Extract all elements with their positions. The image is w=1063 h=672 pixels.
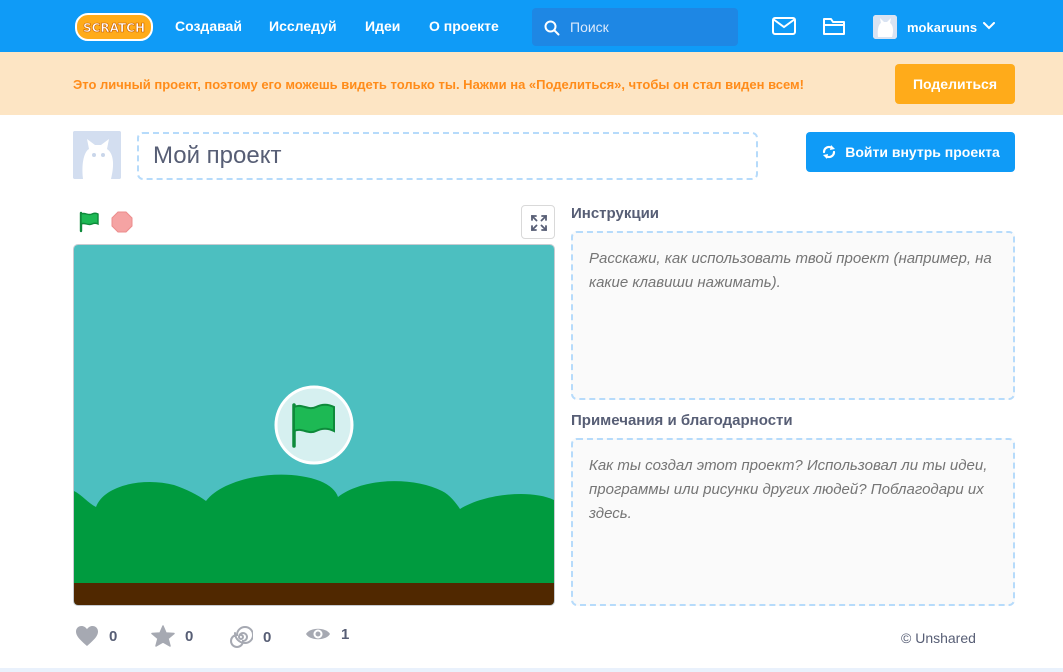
stop-icon[interactable]: [111, 211, 133, 233]
instructions-placeholder: Расскажи, как использовать твой проект (…: [589, 250, 992, 291]
love-count: 0: [109, 627, 118, 645]
love-stat[interactable]: 0: [75, 625, 117, 647]
star-icon: [151, 625, 175, 647]
project-thumbnail: [73, 131, 121, 179]
view-count: 1: [341, 625, 350, 643]
notes-label: Примечания и благодарности: [571, 412, 793, 429]
banner-message: Это личный проект, поэтому его можешь ви…: [73, 77, 804, 92]
svg-text:SCRATCH: SCRATCH: [83, 21, 145, 35]
my-stuff-folder-icon[interactable]: [822, 16, 846, 36]
nav-about-link[interactable]: О проекте: [429, 18, 499, 34]
remix-stat: 0: [229, 625, 271, 649]
stage-ground: [74, 583, 554, 605]
notes-textarea[interactable]: Как ты создал этот проект? Использовал л…: [571, 438, 1015, 606]
user-avatar[interactable]: [873, 15, 897, 39]
view-stat: 1: [305, 625, 349, 643]
cat-avatar-icon: [73, 131, 121, 179]
project-page: Войти внутрь проекта: [0, 115, 1063, 668]
scratch-logo[interactable]: SCRATCH: [75, 12, 153, 42]
search-input[interactable]: [570, 17, 730, 37]
fullscreen-icon: [531, 215, 547, 231]
messages-icon[interactable]: [772, 17, 796, 35]
chevron-down-icon[interactable]: [983, 22, 995, 30]
heart-icon: [76, 626, 98, 646]
search-box[interactable]: [532, 8, 738, 46]
nav-create-link[interactable]: Создавай: [175, 18, 242, 34]
username-label[interactable]: mokaruuns: [907, 20, 977, 35]
top-nav: SCRATCH Создавай Исследуй Идеи О проекте…: [0, 0, 1063, 52]
see-inside-label: Войти внутрь проекта: [845, 144, 1000, 160]
remix-count: 0: [263, 628, 272, 646]
fullscreen-button[interactable]: [521, 205, 555, 239]
project-stage[interactable]: [73, 244, 555, 606]
sharing-status: © Unshared: [901, 630, 976, 646]
instructions-label: Инструкции: [571, 205, 660, 222]
share-button[interactable]: Поделиться: [895, 64, 1015, 104]
remix-arrows-icon: [823, 145, 836, 159]
eye-icon: [306, 628, 330, 640]
favorite-count: 0: [185, 627, 194, 645]
notes-placeholder: Как ты создал этот проект? Использовал л…: [589, 457, 988, 522]
nav-ideas-link[interactable]: Идеи: [365, 18, 400, 34]
project-title-input[interactable]: [137, 132, 758, 180]
instructions-textarea[interactable]: Расскажи, как использовать твой проект (…: [571, 231, 1015, 400]
search-icon: [544, 20, 560, 36]
nav-explore-link[interactable]: Исследуй: [269, 18, 337, 34]
see-inside-button[interactable]: Войти внутрь проекта: [806, 132, 1015, 172]
green-flag-icon: [293, 403, 335, 434]
green-flag-icon[interactable]: [78, 211, 100, 233]
remix-spiral-icon: [230, 626, 253, 648]
start-green-flag-overlay[interactable]: [274, 385, 354, 465]
private-project-banner: Это личный проект, поэтому его можешь ви…: [0, 52, 1063, 115]
page-bottom-strip: [0, 668, 1063, 672]
avatar-cat-icon: [873, 15, 897, 39]
favorite-stat[interactable]: 0: [151, 625, 193, 647]
